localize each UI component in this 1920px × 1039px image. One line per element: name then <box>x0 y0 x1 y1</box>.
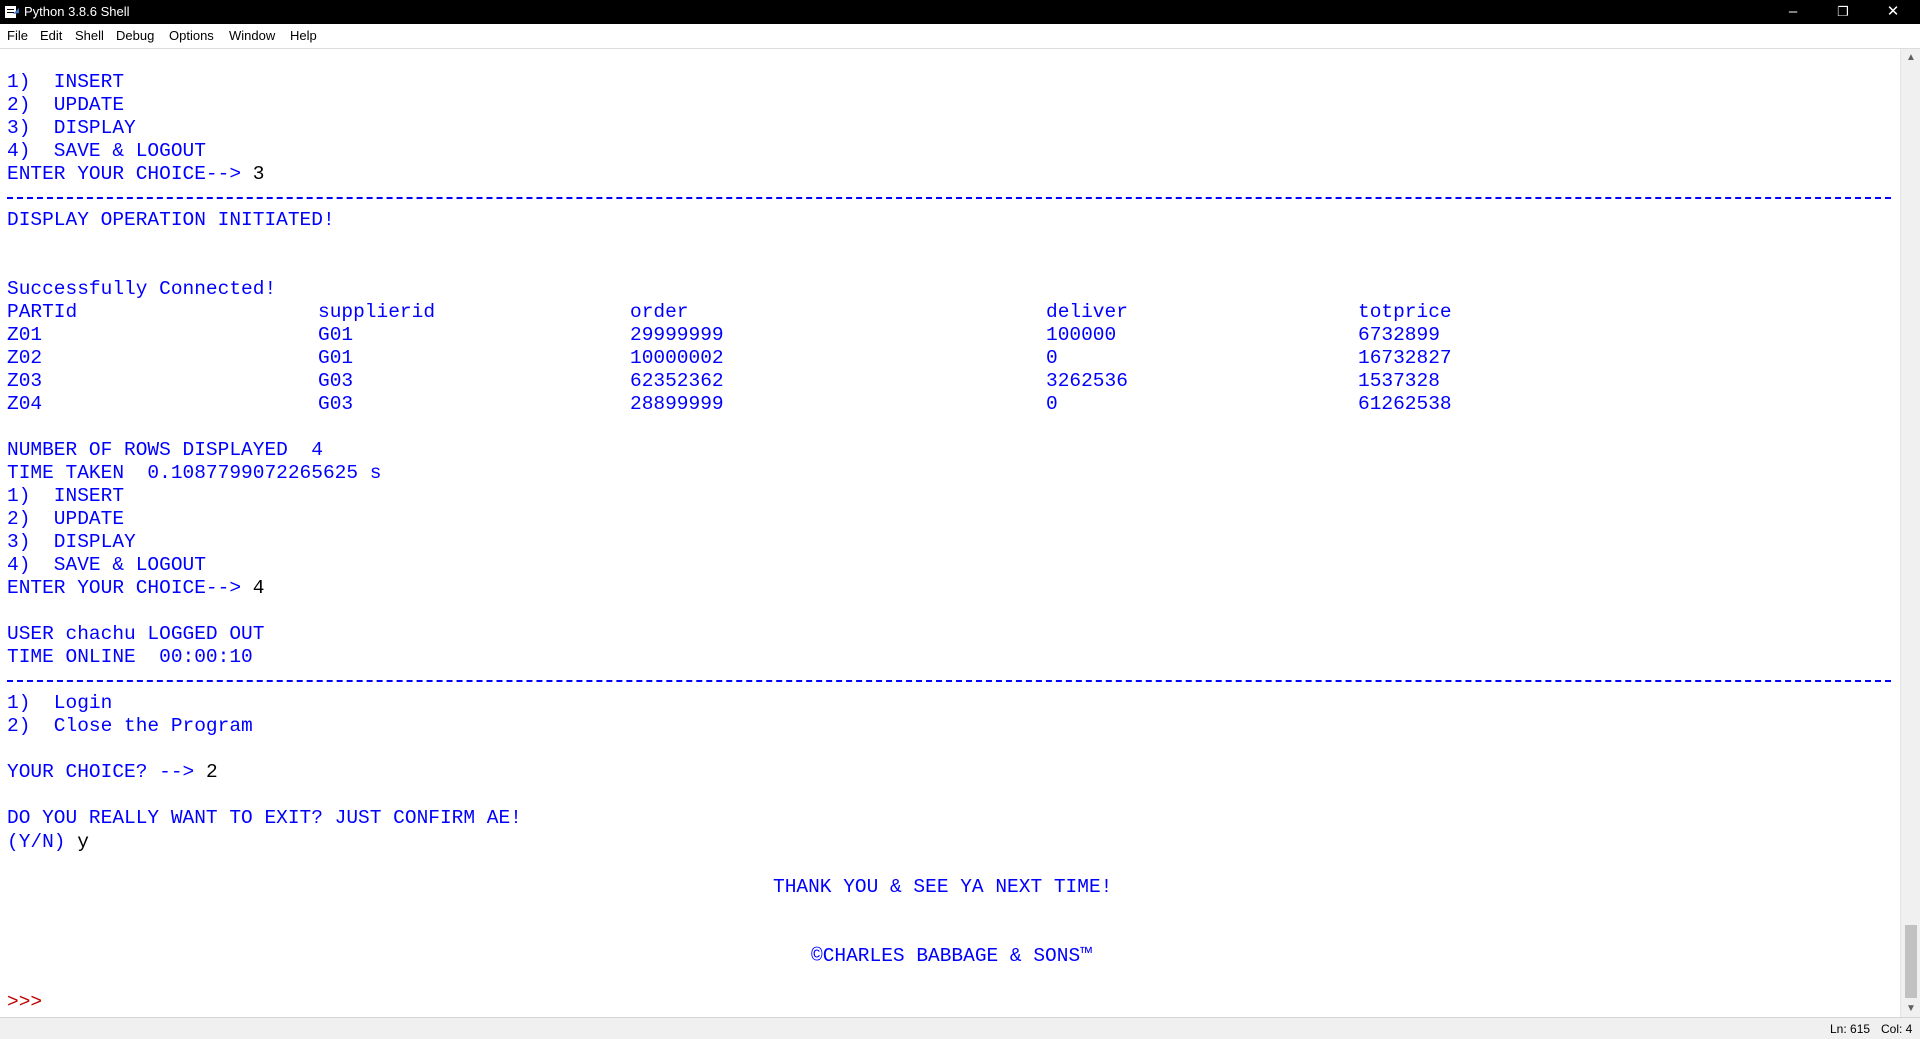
table-cell: 28899999 <box>630 393 724 415</box>
menu-debug[interactable]: Debug <box>116 28 154 44</box>
copyright-message: ©CHARLES BABBAGE & SONS™ <box>811 945 1092 967</box>
separator-line <box>7 680 1891 682</box>
table-header-partid: PARTId <box>7 301 78 323</box>
choice-prompt: ENTER YOUR CHOICE--> <box>7 163 253 185</box>
table-header-deliver: deliver <box>1046 301 1128 323</box>
separator-line <box>7 197 1891 199</box>
scrollbar-thumb[interactable] <box>1905 925 1917 998</box>
table-cell: 61262538 <box>1358 393 1452 415</box>
close-program-option: 2) Close the Program <box>7 715 253 737</box>
table-cell: G01 <box>318 324 354 346</box>
time-taken-message: TIME TAKEN 0.1087799072265625 s <box>7 462 382 484</box>
menu-file[interactable]: File <box>7 28 28 44</box>
table-cell: 10000002 <box>630 347 724 369</box>
menu-window[interactable]: Window <box>229 28 275 44</box>
python-idle-icon <box>5 6 19 18</box>
table-header-order: order <box>630 301 689 323</box>
menu-option-insert: 1) INSERT <box>7 485 125 507</box>
minimize-button[interactable]: – <box>1770 0 1816 24</box>
scroll-up-icon[interactable]: ▲ <box>1901 49 1920 66</box>
scroll-down-icon[interactable]: ▼ <box>1901 1000 1920 1017</box>
menu-bar: File Edit Shell Debug Options Window Hel… <box>0 24 1920 49</box>
line-number: Ln: 615 <box>1830 1022 1871 1036</box>
menu-option-save-logout: 4) SAVE & LOGOUT <box>7 554 206 576</box>
menu-option-update: 2) UPDATE <box>7 94 125 116</box>
menu-option-update: 2) UPDATE <box>7 508 125 530</box>
table-cell: 6732899 <box>1358 324 1440 346</box>
table-cell: G01 <box>318 347 354 369</box>
your-choice-input: 2 <box>205 761 218 783</box>
table-cell: 0 <box>1046 393 1058 415</box>
table-cell: Z03 <box>7 370 43 392</box>
logged-out-message: USER chachu LOGGED OUT <box>7 623 265 645</box>
choice-prompt: ENTER YOUR CHOICE--> <box>7 577 253 599</box>
yn-input: y <box>77 831 89 853</box>
table-cell: 100000 <box>1046 324 1117 346</box>
menu-shell[interactable]: Shell <box>75 28 104 44</box>
thank-you-message: THANK YOU & SEE YA NEXT TIME! <box>773 876 1113 898</box>
choice-input: 3 <box>252 163 265 185</box>
status-bar: Ln: 615 Col: 4 <box>0 1017 1920 1039</box>
table-cell: G03 <box>318 393 354 415</box>
login-option: 1) Login <box>7 692 113 714</box>
restore-button[interactable]: ❐ <box>1820 0 1866 24</box>
table-cell: 1537328 <box>1358 370 1440 392</box>
table-header-totprice: totprice <box>1358 301 1452 323</box>
table-cell: Z02 <box>7 347 43 369</box>
exit-confirm-message: DO YOU REALLY WANT TO EXIT? JUST CONFIRM… <box>7 807 522 829</box>
table-cell: Z01 <box>7 324 43 346</box>
vertical-scrollbar[interactable]: ▲ ▼ <box>1900 49 1920 1017</box>
menu-option-insert: 1) INSERT <box>7 71 125 93</box>
window-title: Python 3.8.6 Shell <box>24 4 130 19</box>
shell-output[interactable]: 1) INSERT 2) UPDATE 3) DISPLAY 4) SAVE &… <box>0 49 1900 1017</box>
menu-option-display: 3) DISPLAY <box>7 117 136 139</box>
column-number: Col: 4 <box>1881 1022 1913 1036</box>
menu-option-display: 3) DISPLAY <box>7 531 136 553</box>
table-cell: G03 <box>318 370 354 392</box>
yn-line: (Y/N) y <box>7 831 89 854</box>
choice-line: ENTER YOUR CHOICE--> 4 <box>7 577 264 600</box>
time-online-message: TIME ONLINE 00:00:10 <box>7 646 253 668</box>
table-cell: 0 <box>1046 347 1058 369</box>
your-choice-prompt: YOUR CHOICE? --> <box>7 761 206 783</box>
menu-options[interactable]: Options <box>169 28 214 44</box>
table-cell: Z04 <box>7 393 43 415</box>
repl-prompt[interactable]: >>> <box>7 991 42 1014</box>
display-initiated-message: DISPLAY OPERATION INITIATED! <box>7 209 335 231</box>
your-choice-line: YOUR CHOICE? --> 2 <box>7 761 218 784</box>
choice-input: 4 <box>252 577 265 599</box>
close-button[interactable]: ✕ <box>1870 0 1916 24</box>
table-cell: 62352362 <box>630 370 724 392</box>
yn-prompt: (Y/N) <box>7 831 78 853</box>
choice-line: ENTER YOUR CHOICE--> 3 <box>7 163 264 186</box>
title-bar: Python 3.8.6 Shell – ❐ ✕ <box>0 0 1920 24</box>
menu-edit[interactable]: Edit <box>40 28 62 44</box>
menu-option-save-logout: 4) SAVE & LOGOUT <box>7 140 206 162</box>
table-cell: 29999999 <box>630 324 724 346</box>
menu-help[interactable]: Help <box>290 28 317 44</box>
table-cell: 3262536 <box>1046 370 1128 392</box>
table-header-supplierid: supplierid <box>318 301 436 323</box>
rows-displayed-message: NUMBER OF ROWS DISPLAYED 4 <box>7 439 323 461</box>
connected-message: Successfully Connected! <box>7 278 277 300</box>
table-cell: 16732827 <box>1358 347 1452 369</box>
